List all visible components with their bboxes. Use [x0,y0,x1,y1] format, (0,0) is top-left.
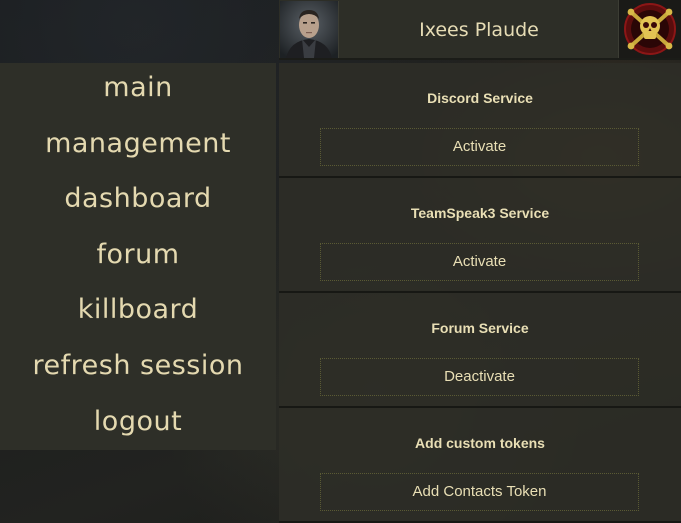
service-title: Add custom tokens [415,435,545,451]
sidebar-item-forum[interactable]: forum [0,230,276,286]
service-panel-teamspeak3: TeamSpeak3 Service Activate [279,178,681,293]
add-contacts-token-button[interactable]: Add Contacts Token [320,473,639,511]
service-panel-custom-tokens: Add custom tokens Add Contacts Token [279,408,681,523]
sidebar-nav: main management dashboard forum killboar… [0,63,276,450]
sidebar-item-killboard[interactable]: killboard [0,285,276,341]
corporation-logo-icon [618,0,681,58]
teamspeak3-activate-button[interactable]: Activate [320,243,639,281]
sidebar-item-dashboard[interactable]: dashboard [0,174,276,230]
service-title: Forum Service [431,320,529,336]
sidebar-item-logout[interactable]: logout [0,397,276,453]
services-list: Discord Service Activate TeamSpeak3 Serv… [279,63,681,523]
character-portrait[interactable] [280,1,339,58]
sidebar-item-management[interactable]: management [0,119,276,175]
discord-activate-button[interactable]: Activate [320,128,639,166]
service-title: Discord Service [427,90,533,106]
forum-deactivate-button[interactable]: Deactivate [320,358,639,396]
service-title: TeamSpeak3 Service [410,205,550,221]
character-name: Ixees Plaude [419,19,539,41]
service-panel-discord: Discord Service Activate [279,63,681,178]
service-panel-forum: Forum Service Deactivate [279,293,681,408]
sidebar-item-main[interactable]: main [0,63,276,119]
header-bar: Ixees Plaude [279,0,681,60]
sidebar-item-refresh-session[interactable]: refresh session [0,341,276,397]
